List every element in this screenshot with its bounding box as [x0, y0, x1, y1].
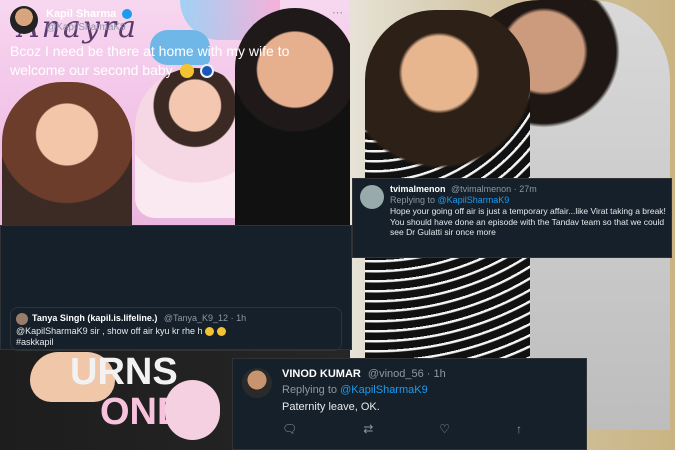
tweet-author-name[interactable]: Kapil Sharma	[46, 8, 133, 20]
replying-to-link[interactable]: @KapilSharmaK9	[340, 384, 428, 396]
tweet-actions: 🗨 ⇄ ♡ ↑	[282, 422, 522, 436]
shirt-text-line-1: URNS	[70, 351, 178, 393]
replying-to: Replying to @KapilSharmaK9	[282, 384, 428, 396]
reply-text: Paternity leave, OK.	[282, 401, 380, 413]
reply-text: Hope your going off air is just a tempor…	[390, 206, 666, 237]
woman-figure	[2, 82, 132, 226]
family-photo: Anayra	[0, 0, 350, 226]
author-name-text: Kapil Sharma	[46, 8, 117, 20]
dot-separator: ·	[426, 368, 434, 380]
avatar[interactable]	[10, 6, 38, 34]
verified-badge-icon	[122, 9, 133, 20]
quoted-text-content: @KapilSharmaK9 sir , show off air kyu kr…	[16, 326, 203, 336]
tweet-author-handle[interactable]: @KapilSharmaK9	[46, 22, 126, 33]
replying-to-link[interactable]: @KapilSharmaK9	[438, 195, 510, 205]
quoted-author-name: Tanya Singh (kapil.is.lifeline.)	[32, 313, 158, 323]
avatar[interactable]	[16, 313, 28, 325]
share-icon[interactable]: ↑	[516, 422, 522, 436]
reply-time: 1h	[433, 368, 446, 380]
quoted-time: 1h	[236, 313, 247, 323]
replying-to-prefix: Replying to	[390, 195, 436, 205]
reply-author-name: VINOD KUMAR	[282, 368, 361, 380]
quoted-author[interactable]: Tanya Singh (kapil.is.lifeline.) @Tanya_…	[32, 313, 246, 323]
hashtag-link[interactable]: #askkapil	[16, 337, 54, 347]
reply-time: 27m	[519, 184, 537, 194]
replying-to-prefix: Replying to	[282, 384, 338, 396]
reply-author[interactable]: tvimalmenon @tvimalmenon · 27m	[390, 184, 537, 194]
reply-author-handle: @vinod_56	[367, 368, 424, 380]
tweet-text: Bcoz I need be there at home with my wif…	[10, 42, 345, 80]
grin-face-icon	[216, 327, 226, 337]
reply-author-handle: @tvimalmenon	[451, 184, 512, 194]
nazar-amulet-icon	[200, 64, 215, 79]
avatar[interactable]	[242, 368, 272, 398]
quoted-author-handle: @Tanya_K9_12	[163, 313, 229, 323]
smiling-face-icon	[179, 64, 194, 79]
grin-face-icon	[205, 327, 215, 337]
avatar[interactable]	[360, 185, 384, 209]
retweet-icon[interactable]: ⇄	[363, 422, 373, 436]
reply-author[interactable]: VINOD KUMAR @vinod_56 · 1h	[282, 368, 446, 380]
tweet-text-content: Bcoz I need be there at home with my wif…	[10, 43, 290, 78]
quoted-text: @KapilSharmaK9 sir , show off air kyu kr…	[16, 326, 336, 348]
baby-shoe	[165, 380, 220, 440]
more-icon[interactable]: ⋯	[332, 6, 343, 19]
man-figure	[235, 8, 350, 226]
like-icon[interactable]: ♡	[439, 422, 450, 436]
replying-to: Replying to @KapilSharmaK9	[390, 195, 509, 205]
reply-author-name: tvimalmenon	[390, 184, 446, 194]
reply-icon[interactable]: 🗨	[282, 422, 297, 436]
